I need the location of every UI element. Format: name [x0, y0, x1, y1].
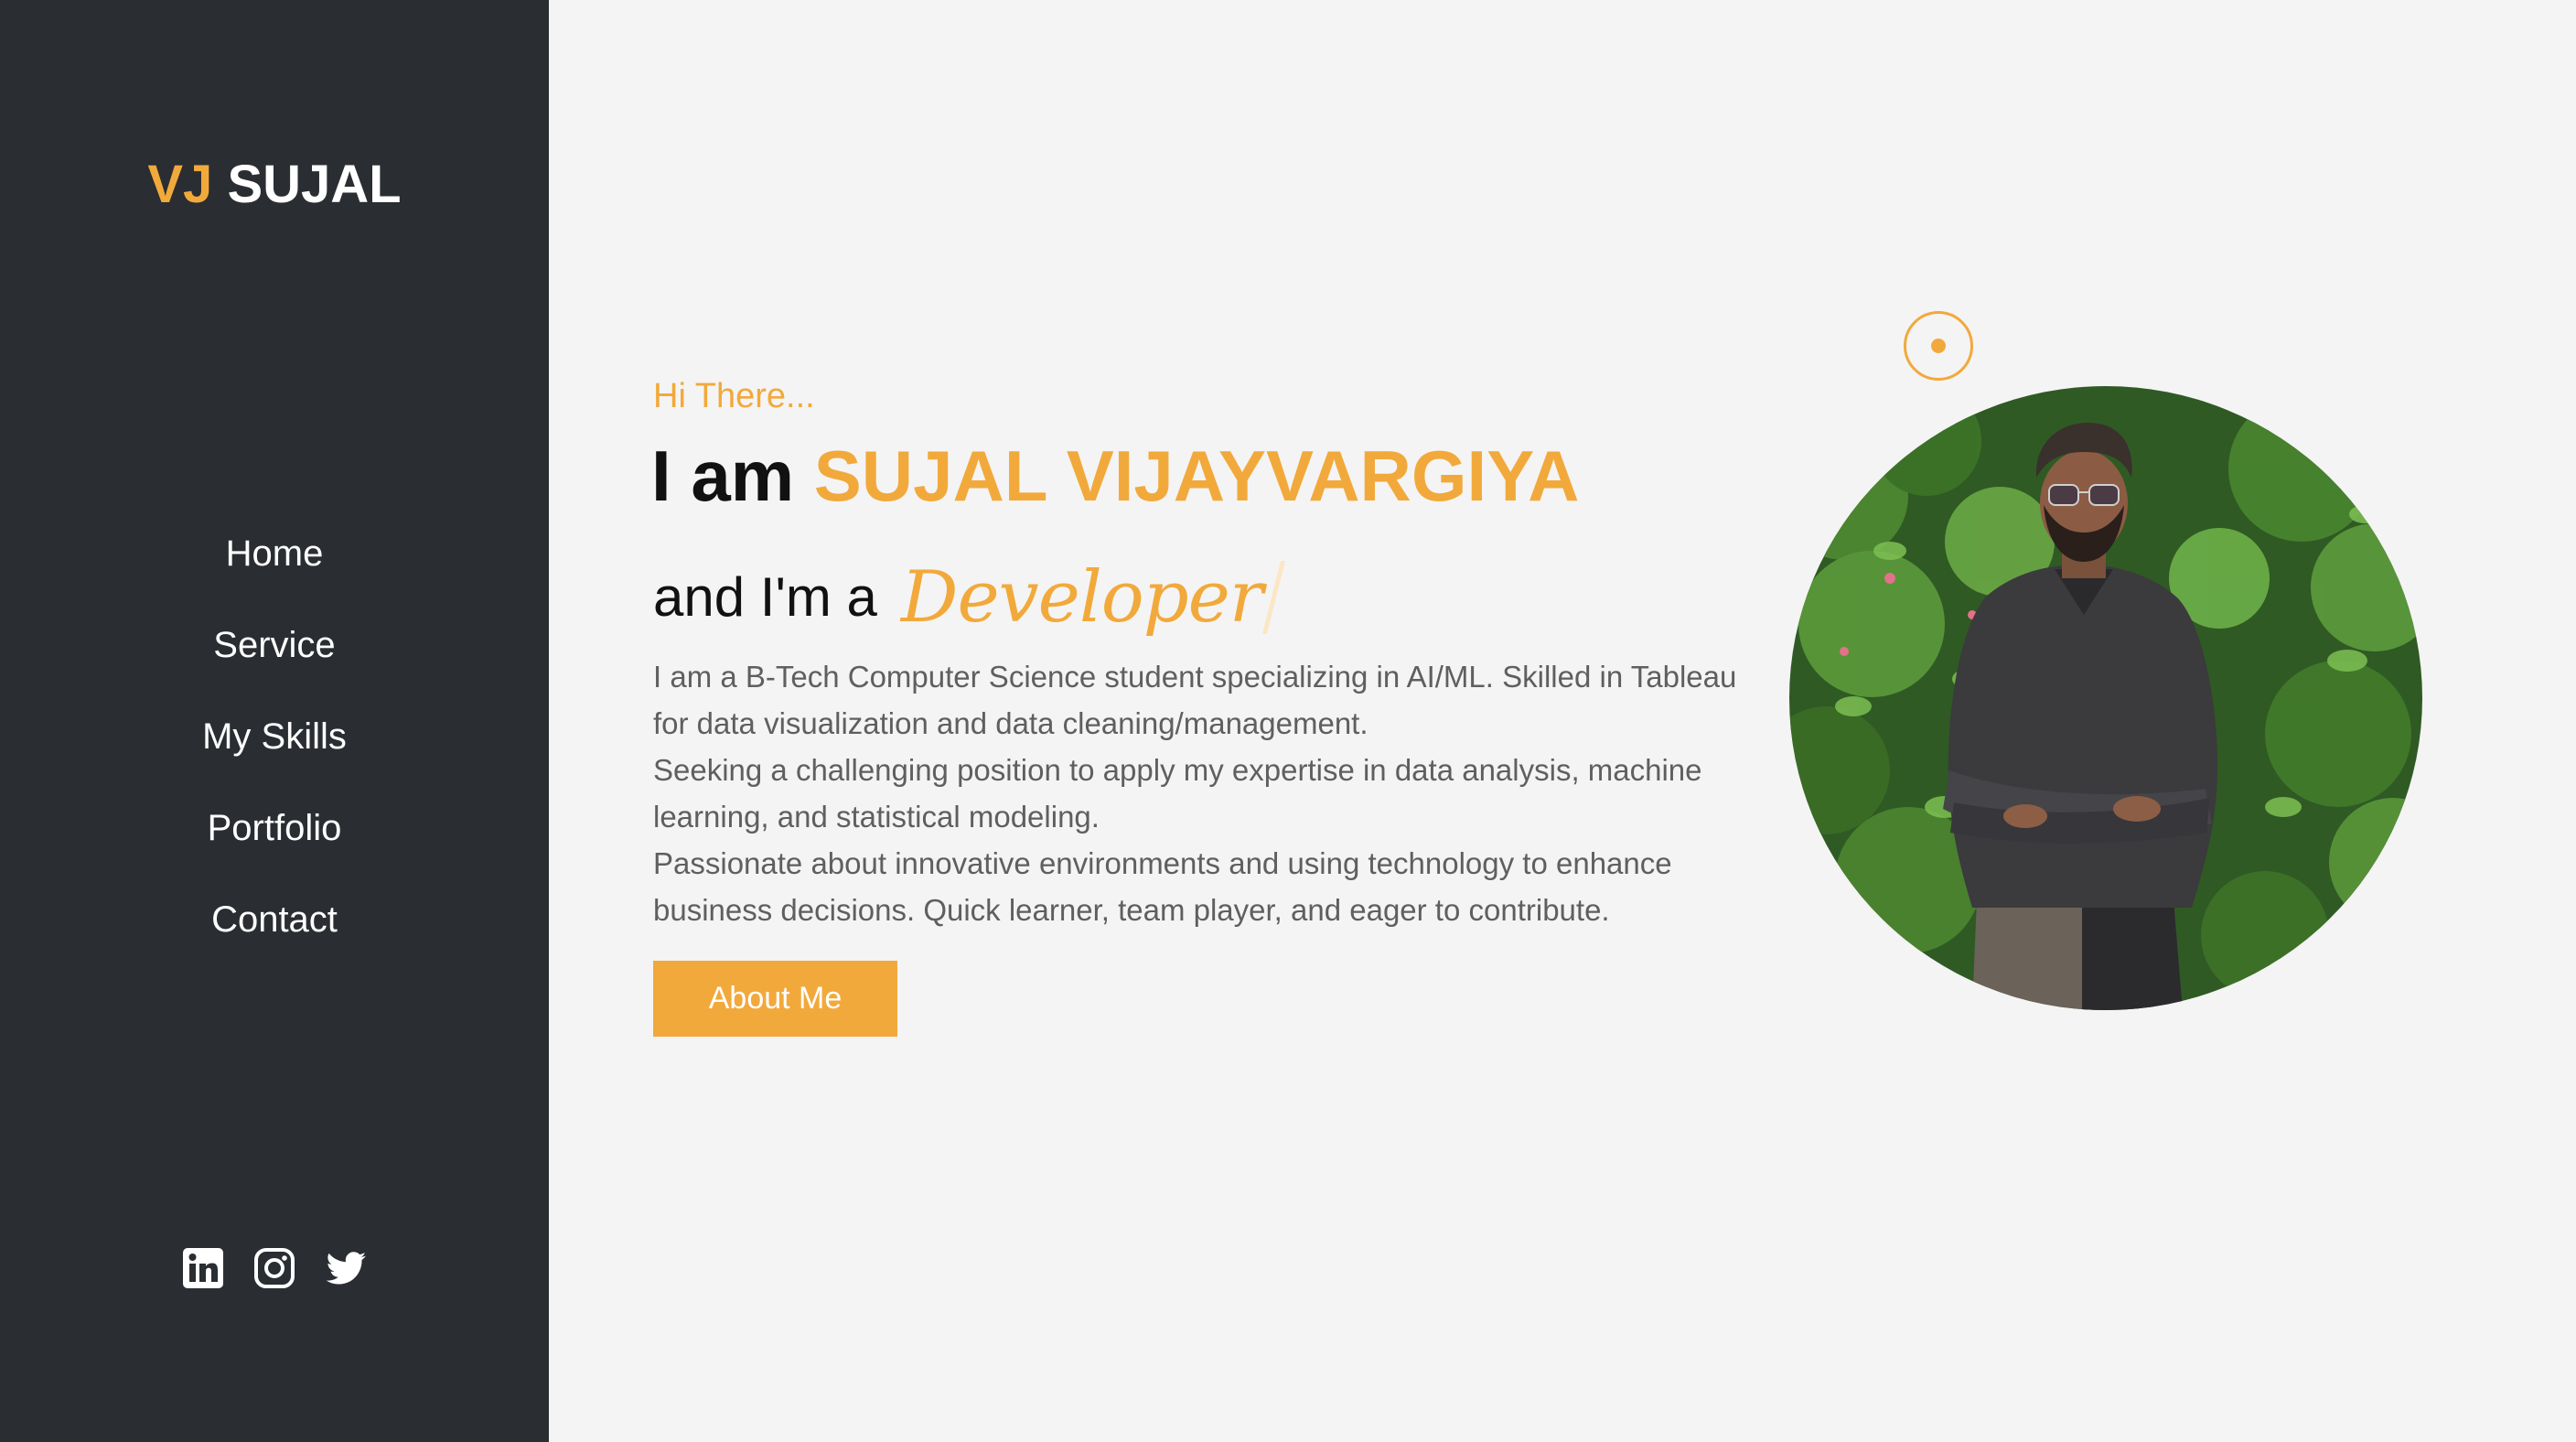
hero-section: Hi There... I am SUJAL VIJAYVARGIYA and … — [549, 0, 2576, 1442]
profile-photo-illustration — [1789, 386, 2422, 1010]
nav-item-my-skills[interactable]: My Skills — [0, 705, 549, 796]
sidebar: VJ SUJAL Home Service My Skills Portfoli… — [0, 0, 549, 1442]
decorative-ring — [1904, 311, 1973, 381]
role-prefix: and I'm a — [653, 566, 877, 628]
bio-paragraph: I am a B-Tech Computer Science student s… — [653, 660, 1737, 740]
headline-name: SUJAL VIJAYVARGIYA — [813, 436, 1580, 516]
decorative-dot — [1931, 339, 1946, 353]
profile-photo — [1789, 386, 2422, 1010]
twitter-icon[interactable] — [324, 1246, 368, 1290]
linkedin-icon[interactable] — [181, 1246, 225, 1290]
main-nav: Home Service My Skills Portfolio Contact — [0, 522, 549, 979]
logo-initials: VJ — [147, 155, 213, 214]
bio-paragraph: Seeking a challenging position to apply … — [653, 753, 1702, 834]
greeting-text: Hi There... — [653, 377, 815, 415]
hero-headline: I am SUJAL VIJAYVARGIYA — [651, 430, 1579, 522]
about-me-button[interactable]: About Me — [653, 961, 897, 1037]
bio-paragraph: Passionate about innovative environments… — [653, 846, 1672, 927]
headline-prefix: I am — [651, 436, 795, 516]
typing-cursor — [1262, 561, 1286, 634]
social-links — [0, 1246, 549, 1290]
page: VJ SUJAL Home Service My Skills Portfoli… — [0, 0, 2576, 1442]
nav-item-portfolio[interactable]: Portfolio — [0, 796, 549, 888]
bio-text: I am a B-Tech Computer Science student s… — [653, 653, 1769, 933]
nav-item-home[interactable]: Home — [0, 522, 549, 613]
instagram-icon[interactable] — [252, 1246, 296, 1290]
typed-role: Developer — [900, 556, 1263, 639]
site-logo[interactable]: VJ SUJAL — [0, 148, 549, 221]
role-line: and I'm a Developer — [653, 547, 1286, 648]
logo-name: SUJAL — [227, 155, 402, 214]
nav-item-contact[interactable]: Contact — [0, 888, 549, 979]
nav-item-service[interactable]: Service — [0, 613, 549, 705]
